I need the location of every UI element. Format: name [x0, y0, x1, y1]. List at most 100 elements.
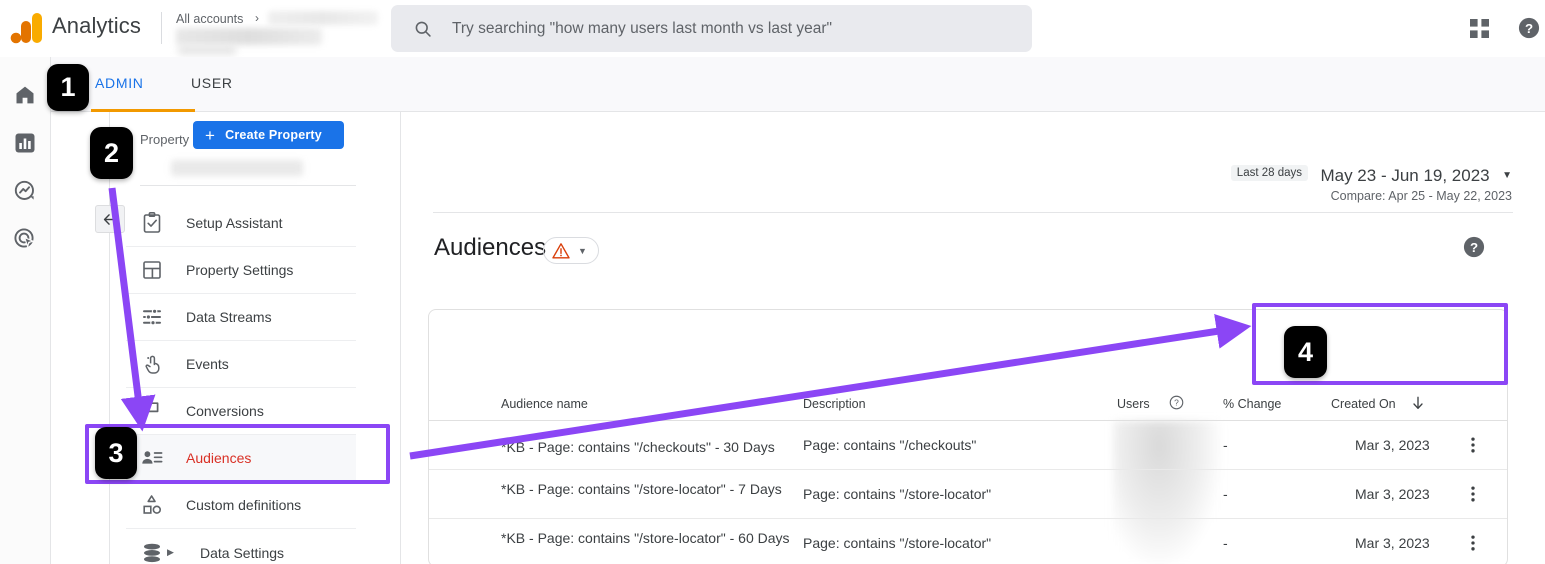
flag-icon [144, 401, 159, 421]
svg-text:?: ? [1174, 398, 1179, 408]
table-row[interactable]: *KB - Page: contains "/checkouts" - 30 D… [429, 421, 1507, 470]
date-range-compare: Compare: Apr 25 - May 22, 2023 [1330, 189, 1512, 203]
account-selector[interactable]: All accounts › [176, 6, 381, 55]
svg-text:?: ? [1470, 240, 1478, 255]
chevron-right-icon: ▶ [167, 547, 174, 557]
google-analytics-logo [10, 13, 42, 44]
account-chevron-icon: › [255, 11, 259, 25]
cell-created-on: Mar 3, 2023 [1355, 486, 1430, 502]
database-icon [144, 543, 160, 562]
table-row[interactable]: *KB - Page: contains "/store-locator" - … [429, 470, 1507, 519]
create-property-button[interactable]: + Create Property [193, 121, 344, 149]
search-icon [415, 21, 431, 37]
more-vertical-icon[interactable] [1463, 434, 1483, 456]
table-header-row: Audience name Description Users ? % Chan… [429, 388, 1507, 421]
create-property-label: Create Property [225, 128, 322, 142]
sidebar-item-label: Property Settings [186, 262, 294, 278]
property-nav-list: Setup Assistant Property Settings Data S… [126, 200, 356, 564]
top-bar: Analytics All accounts › Try searching "… [0, 0, 1545, 57]
sidebar-item-audiences[interactable]: Audiences [126, 435, 356, 482]
left-nav-rail [0, 57, 51, 564]
sidebar-divider [140, 185, 356, 186]
cell-percent-change: - [1223, 535, 1228, 551]
account-name-redacted [268, 11, 378, 25]
cell-audience-name: *KB - Page: contains "/store-locator" - … [501, 530, 790, 546]
reports-bar-chart-icon[interactable] [13, 131, 37, 155]
chevron-down-icon: ▼ [578, 245, 587, 256]
explore-trend-icon[interactable] [13, 179, 37, 203]
sidebar-item-data-streams[interactable]: Data Streams [126, 294, 356, 341]
users-help-icon[interactable]: ? [1169, 395, 1184, 410]
tab-admin[interactable]: ADMIN [95, 75, 144, 91]
cell-description: Page: contains "/checkouts" [803, 437, 977, 453]
audiences-warning-chip[interactable]: ▼ [543, 237, 599, 264]
tap-finger-icon [145, 355, 160, 374]
sidebar-item-custom-definitions[interactable]: Custom definitions [126, 482, 356, 529]
sidebar-item-label: Data Settings [200, 544, 285, 561]
arrow-left-icon [103, 213, 116, 225]
step-badge-3: 3 [95, 427, 137, 479]
sidebar-item-label: Audiences [186, 450, 252, 466]
header-divider [433, 212, 1513, 213]
apps-grid-icon[interactable] [1470, 19, 1489, 38]
search-input-placeholder: Try searching "how many users last month… [452, 19, 832, 37]
cell-percent-change: - [1223, 486, 1228, 502]
svg-text:?: ? [1525, 21, 1533, 36]
column-header-description[interactable]: Description [803, 397, 866, 411]
column-header-users[interactable]: Users [1117, 397, 1150, 411]
more-vertical-icon[interactable] [1463, 532, 1483, 554]
sidebar-item-setup-assistant[interactable]: Setup Assistant [126, 200, 356, 247]
collapse-sidebar-button[interactable] [95, 205, 125, 233]
cell-created-on: Mar 3, 2023 [1355, 535, 1430, 551]
cell-percent-change: - [1223, 437, 1228, 453]
cell-description: Page: contains "/store-locator" [803, 535, 992, 551]
cell-audience-name: *KB - Page: contains "/checkouts" - 30 D… [501, 439, 775, 455]
sidebar-item-property-settings[interactable]: Property Settings [126, 247, 356, 294]
audience-person-list-icon [142, 451, 163, 464]
step-badge-1: 1 [47, 64, 89, 111]
sidebar-item-label: Custom definitions [186, 497, 302, 513]
admin-user-tabs: ADMIN USER [51, 57, 1545, 112]
sidebar-item-data-settings[interactable]: ▶ Data Settings [126, 529, 356, 564]
sidebar-item-label: Events [186, 356, 229, 372]
sidebar-item-conversions[interactable]: Conversions [126, 388, 356, 435]
clipboard-check-icon [143, 211, 161, 233]
brand-divider [161, 12, 162, 44]
sidebar-item-events[interactable]: Events [126, 341, 356, 388]
cell-description: Page: contains "/store-locator" [803, 486, 992, 502]
brand-title: Analytics [52, 13, 141, 38]
audiences-table-card: Audience name Description Users ? % Chan… [428, 309, 1508, 564]
sidebar-left-divider [109, 112, 110, 564]
date-range-preset-chip: Last 28 days [1230, 165, 1309, 181]
property-sidebar: Property + Create Property Setup Assista… [51, 112, 401, 564]
shapes-icon [143, 495, 161, 514]
help-circle-icon[interactable]: ? [1518, 17, 1540, 39]
more-vertical-icon[interactable] [1463, 483, 1483, 505]
tab-user[interactable]: USER [191, 75, 233, 91]
sort-descending-arrow-icon[interactable] [1410, 395, 1426, 411]
date-range-selector[interactable]: Last 28 days May 23 - Jun 19, 2023 ▼ Com… [1230, 165, 1512, 203]
table-row[interactable]: *KB - Page: contains "/store-locator" - … [429, 519, 1507, 564]
layout-panels-icon [143, 261, 161, 279]
chevron-down-icon: ▼ [1502, 170, 1512, 181]
app-root: Analytics All accounts › Try searching "… [0, 0, 1545, 564]
all-accounts-label: All accounts [176, 12, 244, 26]
data-streams-icon [143, 308, 161, 326]
date-range-value: May 23 - Jun 19, 2023 [1320, 166, 1490, 185]
cell-audience-name: *KB - Page: contains "/store-locator" - … [501, 481, 782, 497]
cell-created-on: Mar 3, 2023 [1355, 437, 1430, 453]
column-header-percent-change[interactable]: % Change [1223, 397, 1281, 411]
step-badge-4: 4 [1284, 326, 1327, 378]
property-name-redacted [176, 28, 322, 45]
search-bar[interactable]: Try searching "how many users last month… [391, 5, 1032, 52]
warning-triangle-icon [552, 242, 570, 259]
property-section-label: Property [140, 132, 190, 147]
page-help-icon[interactable]: ? [1463, 236, 1485, 258]
column-header-audience-name[interactable]: Audience name [501, 397, 588, 411]
sidebar-item-label: Setup Assistant [186, 215, 283, 231]
home-icon[interactable] [13, 83, 37, 107]
advertising-target-icon[interactable] [13, 227, 37, 251]
column-header-created-on[interactable]: Created On [1331, 397, 1396, 411]
page-title: Audiences [434, 234, 547, 261]
property-id-redacted [178, 45, 236, 55]
